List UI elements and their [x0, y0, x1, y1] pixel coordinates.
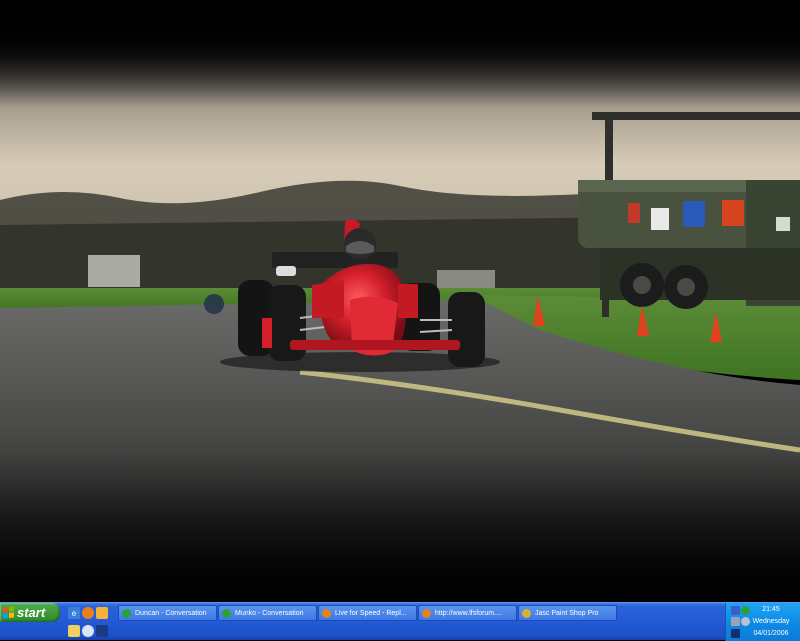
task-button-munko[interactable]: Munko - Conversation: [218, 605, 317, 621]
firefox-icon: [422, 608, 431, 618]
task-label: Jasc Paint Shop Pro: [535, 609, 599, 617]
internet-explorer-icon[interactable]: e: [68, 607, 80, 619]
task-button-paint-shop-pro[interactable]: Jasc Paint Shop Pro: [518, 605, 617, 621]
task-label: Duncan - Conversation: [135, 609, 207, 617]
clock-date: 04/01/2006: [753, 630, 789, 637]
desktop-wallpaper: [0, 0, 800, 602]
task-button-duncan[interactable]: Duncan - Conversation: [118, 605, 217, 621]
task-label: Munko - Conversation: [235, 609, 304, 617]
messenger-icon: [122, 608, 131, 618]
task-label: http://www.lfsforum....: [435, 609, 502, 617]
taskbar: start e Duncan - Conversation Munko - Co…: [0, 602, 800, 641]
volume-icon[interactable]: [731, 617, 740, 626]
clock-day: Wednesday: [752, 618, 790, 625]
media-icon[interactable]: [96, 607, 108, 619]
clock-icon[interactable]: [82, 625, 94, 637]
task-button-live-for-speed[interactable]: Live for Speed - Repl...: [318, 605, 417, 621]
firefox-icon: [322, 608, 331, 618]
windows-logo-icon: [3, 606, 14, 619]
task-label: Live for Speed - Repl...: [335, 609, 407, 617]
task-button-lfsforum[interactable]: http://www.lfsforum....: [418, 605, 517, 621]
folder-icon[interactable]: [68, 625, 80, 637]
clock-time[interactable]: 21:45: [746, 606, 796, 613]
firefox-icon[interactable]: [82, 607, 94, 619]
display-icon[interactable]: [731, 629, 740, 638]
messenger-icon: [222, 608, 231, 618]
messenger-icon[interactable]: [96, 625, 108, 637]
start-button[interactable]: start: [0, 603, 60, 622]
wallpaper-photo: [0, 0, 800, 602]
system-tray: 21:45 Wednesday 04/01/2006: [725, 603, 800, 641]
start-label: start: [17, 605, 46, 620]
paint-shop-pro-icon: [522, 608, 531, 618]
network-icon[interactable]: [731, 606, 740, 615]
